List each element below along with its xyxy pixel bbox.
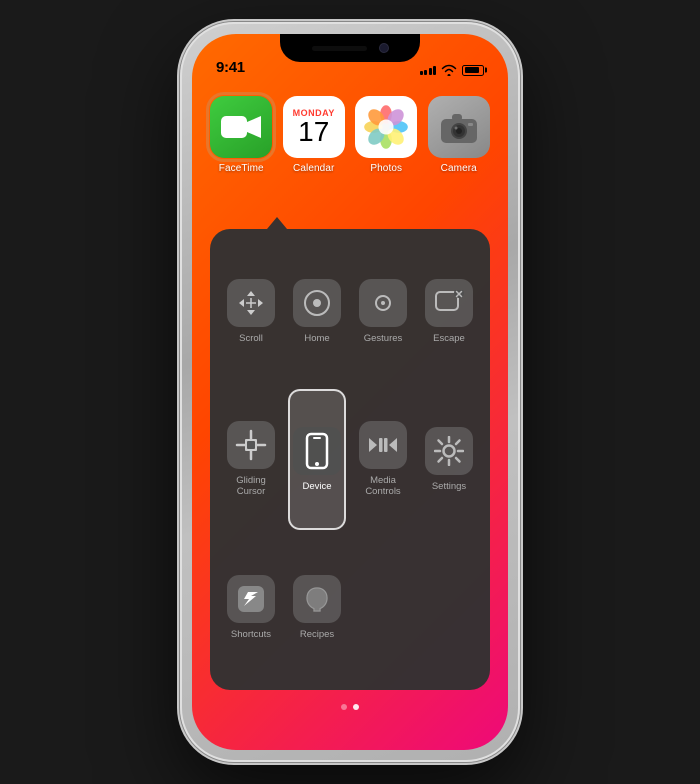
scroll-icon: [236, 288, 266, 318]
calendar-label: Calendar: [293, 163, 334, 174]
scroll-label: Scroll: [239, 333, 263, 344]
escape-icon: [434, 290, 464, 316]
assistive-gliding-cursor[interactable]: Gliding Cursor: [222, 389, 280, 529]
home-icon: [303, 289, 331, 317]
settings-label: Settings: [432, 481, 466, 492]
signal-bars-icon: [420, 66, 437, 75]
gliding-cursor-icon-wrap: [227, 421, 275, 469]
page-dot-1[interactable]: [341, 704, 347, 710]
scroll-icon-wrap: [227, 279, 275, 327]
settings-icon-wrap: [425, 427, 473, 475]
media-controls-icon-wrap: [359, 421, 407, 469]
app-facetime[interactable]: FaceTime: [210, 96, 273, 174]
phone-frame: 9:41: [180, 22, 520, 762]
app-camera[interactable]: Camera: [428, 96, 491, 174]
shortcuts-label: Shortcuts: [231, 629, 271, 640]
app-photos[interactable]: Photos: [355, 96, 418, 174]
media-controls-icon: [367, 431, 399, 459]
media-controls-label: Media Controls: [365, 475, 400, 498]
gestures-icon: [369, 289, 397, 317]
speaker: [312, 46, 367, 51]
home-label: Home: [304, 333, 329, 344]
page-dots: [192, 704, 508, 710]
notch: [280, 34, 420, 62]
device-label: Device: [302, 481, 331, 492]
tooltip-arrow: [267, 217, 287, 229]
assistive-gestures[interactable]: Gestures: [354, 241, 412, 381]
recipes-label: Recipes: [300, 629, 334, 640]
assistive-escape[interactable]: Escape: [420, 241, 478, 381]
home-icon-wrap: [293, 279, 341, 327]
gestures-label: Gestures: [364, 333, 403, 344]
assistive-touch-panel: Scroll Home: [210, 229, 490, 690]
facetime-selected-border: [206, 92, 276, 162]
app-grid: FaceTime Monday 17 Calendar: [192, 86, 508, 184]
notch-camera: [379, 43, 389, 53]
wifi-icon: [441, 64, 457, 76]
assistive-home[interactable]: Home: [288, 241, 346, 381]
escape-label: Escape: [433, 333, 465, 344]
shortcuts-icon: [236, 584, 266, 614]
device-icon: [305, 432, 329, 470]
photos-icon: [355, 96, 417, 158]
photos-label: Photos: [370, 163, 402, 174]
calendar-day: 17: [298, 118, 329, 146]
assistive-device[interactable]: Device: [288, 389, 346, 529]
calendar-icon: Monday 17: [283, 96, 345, 158]
battery-icon: [462, 65, 484, 76]
camera-label: Camera: [441, 163, 477, 174]
assistive-recipes[interactable]: Recipes: [288, 538, 346, 678]
gestures-icon-wrap: [359, 279, 407, 327]
assistive-scroll[interactable]: Scroll: [222, 241, 280, 381]
escape-icon-wrap: [425, 279, 473, 327]
gliding-cursor-icon: [235, 429, 267, 461]
assistive-media-controls[interactable]: Media Controls: [354, 389, 412, 529]
camera-icon: [428, 96, 490, 158]
status-icons: [420, 64, 485, 76]
status-time: 9:41: [216, 59, 245, 76]
gliding-cursor-label: Gliding Cursor: [236, 475, 266, 498]
assistive-settings[interactable]: Settings: [420, 389, 478, 529]
assistive-shortcuts[interactable]: Shortcuts: [222, 538, 280, 678]
screen: 9:41: [192, 34, 508, 750]
settings-icon: [434, 436, 464, 466]
recipes-icon: [302, 584, 332, 614]
device-icon-wrap: [293, 427, 341, 475]
recipes-icon-wrap: [293, 575, 341, 623]
app-calendar[interactable]: Monday 17 Calendar: [283, 96, 346, 174]
shortcuts-icon-wrap: [227, 575, 275, 623]
page-dot-2[interactable]: [353, 704, 359, 710]
facetime-label: FaceTime: [219, 163, 264, 174]
